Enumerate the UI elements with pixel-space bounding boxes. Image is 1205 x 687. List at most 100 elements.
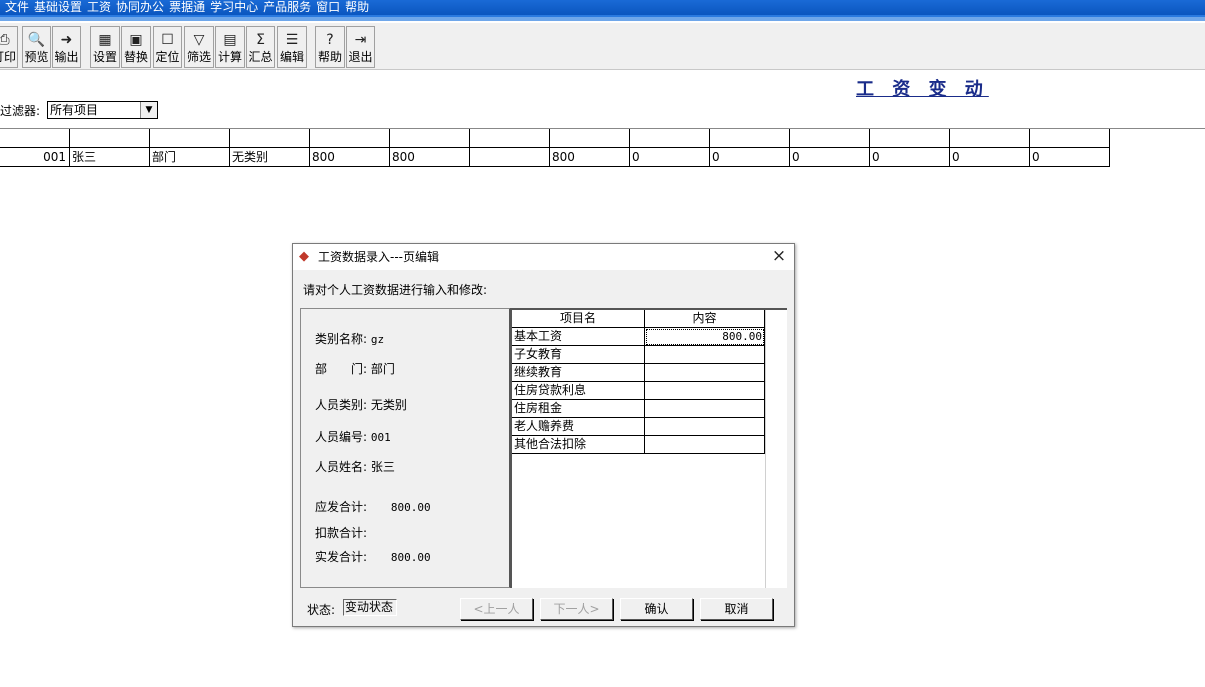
info-staff-id: 人员编号: 001: [315, 428, 391, 445]
grid-cell[interactable]: [870, 129, 950, 148]
app-icon: ◆: [299, 249, 309, 264]
info-category: 类别名称: gz: [315, 330, 384, 347]
menu-basic-settings[interactable]: 基础设置: [34, 0, 82, 15]
grid-cell[interactable]: [470, 129, 550, 148]
item-name: 继续教育: [512, 364, 645, 382]
export-button[interactable]: ➜ 输出: [52, 26, 81, 68]
net-value: 800.00: [390, 551, 431, 564]
grid-cell[interactable]: [630, 129, 710, 148]
printer-icon: ⎙: [0, 32, 10, 48]
grid-cell[interactable]: [470, 148, 550, 167]
item-name: 老人赡养费: [512, 418, 645, 436]
edit-icon: ☰: [285, 32, 299, 48]
grid-cell[interactable]: [0, 129, 70, 148]
export-icon: ➜: [60, 32, 73, 48]
grid-cell[interactable]: 无类别: [230, 148, 310, 167]
help-icon: ?: [326, 32, 334, 48]
grid-cell[interactable]: 0: [870, 148, 950, 167]
category-label: 类别名称:: [315, 332, 368, 346]
settings-button[interactable]: ▦ 设置: [90, 26, 120, 68]
staff-type-value: 无类别: [370, 398, 407, 412]
sum-button[interactable]: Σ 汇总: [246, 26, 275, 68]
dialog-title: 工资数据录入---页编辑: [318, 250, 439, 264]
grid-cell[interactable]: 0: [710, 148, 790, 167]
help-button[interactable]: ? 帮助: [315, 26, 345, 68]
filter-icon: ▽: [193, 32, 205, 48]
staff-type-label: 人员类别:: [315, 398, 368, 412]
exit-button[interactable]: ⇥ 退出: [346, 26, 375, 68]
dialog-prompt: 请对个人工资数据进行输入和修改:: [303, 283, 488, 297]
close-icon[interactable]: ×: [764, 244, 794, 270]
item-value-input[interactable]: 800.00: [645, 328, 765, 346]
grid-cell[interactable]: 0: [950, 148, 1030, 167]
gross-value: 800.00: [390, 501, 431, 514]
grid-cell[interactable]: [550, 129, 630, 148]
menu-file[interactable]: 文件: [5, 0, 29, 15]
grid-cell[interactable]: [1030, 129, 1110, 148]
filter-label: 过滤器:: [0, 104, 41, 118]
grid-cell[interactable]: 张三: [70, 148, 150, 167]
grid-cell[interactable]: [230, 129, 310, 148]
menu-window[interactable]: 窗口: [316, 0, 340, 15]
edit-button[interactable]: ☰ 编辑: [277, 26, 307, 68]
items-scroll-area: [765, 310, 787, 588]
grid-cell[interactable]: 部门: [150, 148, 230, 167]
employee-info-panel: 类别名称: gz 部 门: 部门 人员类别: 无类别 人员编号: 001 人员姓…: [300, 308, 511, 588]
item-value-input[interactable]: [645, 400, 765, 418]
grid-cell[interactable]: 800: [390, 148, 470, 167]
grid-cell[interactable]: [310, 129, 390, 148]
menu-bill[interactable]: 票据通: [169, 0, 205, 15]
info-deduct: 扣款合计:: [315, 524, 387, 541]
replace-button[interactable]: ▣ 替换: [121, 26, 151, 68]
grid-cell[interactable]: [70, 129, 150, 148]
header-item-value: 内容: [645, 310, 765, 328]
locate-button[interactable]: ☐ 定位: [153, 26, 182, 68]
status-label: 状态:: [307, 603, 336, 617]
staff-name-value: 张三: [370, 460, 395, 474]
net-label: 实发合计:: [315, 550, 368, 564]
item-name: 其他合法扣除: [512, 436, 645, 454]
info-staff-type: 人员类别: 无类别: [315, 396, 407, 413]
info-staff-name: 人员姓名: 张三: [315, 458, 395, 475]
printer-button[interactable]: ⎙ 打印: [0, 26, 18, 68]
dept-label: 部 门:: [315, 362, 368, 376]
item-value-input[interactable]: [645, 364, 765, 382]
grid-cell[interactable]: 0: [1030, 148, 1110, 167]
grid-cell[interactable]: 800: [550, 148, 630, 167]
preview-button[interactable]: 🔍 预览: [22, 26, 51, 68]
header-item-name: 项目名: [512, 310, 645, 328]
grid-cell[interactable]: [790, 129, 870, 148]
grid-cell[interactable]: [390, 129, 470, 148]
menu-collaboration[interactable]: 协同办公: [116, 0, 164, 15]
calculator-icon: ▤: [223, 32, 237, 48]
prev-person-button[interactable]: <上一人: [460, 598, 533, 620]
grid-cell[interactable]: 800: [310, 148, 390, 167]
menu-product-service[interactable]: 产品服务: [263, 0, 311, 15]
menu-payroll[interactable]: 工资: [87, 0, 111, 15]
salary-items-panel: 项目名 内容 基本工资 800.00 子女教育 继续教育 住房贷款利息 住房租金 老人赡养费 其他…: [510, 308, 787, 588]
menu-learning[interactable]: 学习中心: [210, 0, 258, 15]
info-net: 实发合计: 800.00: [315, 548, 431, 565]
cancel-button[interactable]: 取消: [700, 598, 773, 620]
filter-select[interactable]: 所有项目 ▼: [47, 101, 158, 119]
filter-button[interactable]: ▽ 筛选: [184, 26, 214, 68]
grid-cell[interactable]: 0: [790, 148, 870, 167]
item-value-input[interactable]: [645, 382, 765, 400]
grid-cell[interactable]: 0: [630, 148, 710, 167]
grid-cell[interactable]: [950, 129, 1030, 148]
item-value-input[interactable]: [645, 418, 765, 436]
grid-cell[interactable]: 001: [0, 148, 70, 167]
confirm-button[interactable]: 确认: [620, 598, 693, 620]
info-gross: 应发合计: 800.00: [315, 498, 431, 515]
grid-cell[interactable]: [710, 129, 790, 148]
toolbar-button-label: 编辑: [279, 50, 304, 64]
item-value-input[interactable]: [645, 436, 765, 454]
grid-cell[interactable]: [150, 129, 230, 148]
chevron-down-icon[interactable]: ▼: [140, 102, 157, 118]
calculator-button[interactable]: ▤ 计算: [215, 26, 245, 68]
menu-help[interactable]: 帮助: [345, 0, 369, 15]
item-value-input[interactable]: [645, 346, 765, 364]
toolbar: ⎙ 打印 🔍 预览 ➜ 输出 ▦ 设置 ▣ 替换 ☐ 定位 ▽ 筛选 ▤ 计算 Σ 汇总 ☰ 编辑 ? 帮助 ⇥ 退出: [0, 22, 1205, 70]
next-person-button[interactable]: 下一人>: [540, 598, 613, 620]
item-name: 基本工资: [512, 328, 645, 346]
